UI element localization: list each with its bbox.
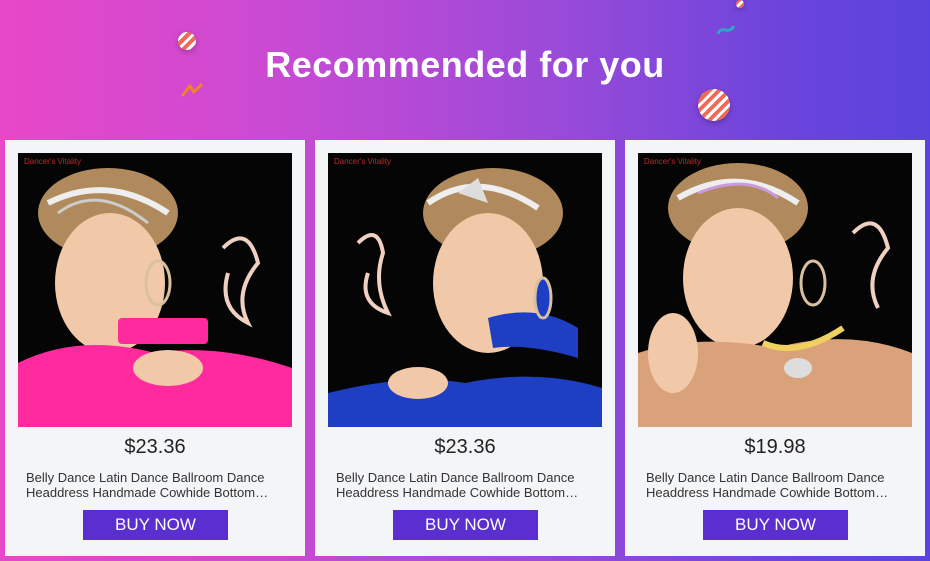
description-line: Headdress Handmade Cowhide Bottom… — [646, 485, 889, 500]
product-photo-illustration — [18, 153, 292, 427]
decorative-streamer-icon — [716, 25, 736, 35]
buy-now-button[interactable]: BUY NOW — [393, 510, 538, 540]
product-photo-illustration — [638, 153, 912, 427]
product-price: $19.98 — [744, 436, 806, 458]
product-description[interactable]: Belly Dance Latin Dance Ballroom Dance H… — [336, 470, 598, 500]
product-description[interactable]: Belly Dance Latin Dance Ballroom Dance H… — [646, 470, 908, 500]
brand-watermark: Dancer's Vitality — [644, 157, 701, 166]
product-image[interactable]: Dancer's Vitality — [18, 153, 292, 427]
product-price: $23.36 — [124, 436, 186, 458]
product-image[interactable]: Dancer's Vitality — [328, 153, 602, 427]
buy-now-button[interactable]: BUY NOW — [703, 510, 848, 540]
buy-now-button[interactable]: BUY NOW — [83, 510, 228, 540]
decorative-small-ball-icon — [736, 0, 744, 8]
section-title: Recommended for you — [265, 44, 665, 85]
description-line: Belly Dance Latin Dance Ballroom Dance — [646, 470, 885, 485]
product-list: Dancer's Vitality $23.36 Belly Dance Lat… — [5, 140, 925, 556]
brand-watermark: Dancer's Vitality — [24, 157, 81, 166]
description-line: Headdress Handmade Cowhide Bottom… — [336, 485, 579, 500]
description-line: Belly Dance Latin Dance Ballroom Dance — [336, 470, 575, 485]
product-price: $23.36 — [434, 436, 496, 458]
description-line: Belly Dance Latin Dance Ballroom Dance — [26, 470, 265, 485]
product-image[interactable]: Dancer's Vitality — [638, 153, 912, 427]
product-card[interactable]: Dancer's Vitality $23.36 Belly Dance Lat… — [315, 140, 615, 556]
product-card[interactable]: Dancer's Vitality $19.98 Belly Dance Lat… — [625, 140, 925, 556]
decorative-large-ball-icon — [698, 89, 730, 121]
product-card[interactable]: Dancer's Vitality $23.36 Belly Dance Lat… — [5, 140, 305, 556]
description-line: Headdress Handmade Cowhide Bottom… — [26, 485, 269, 500]
product-photo-illustration — [328, 153, 602, 427]
brand-watermark: Dancer's Vitality — [334, 157, 391, 166]
product-description[interactable]: Belly Dance Latin Dance Ballroom Dance H… — [26, 470, 288, 500]
